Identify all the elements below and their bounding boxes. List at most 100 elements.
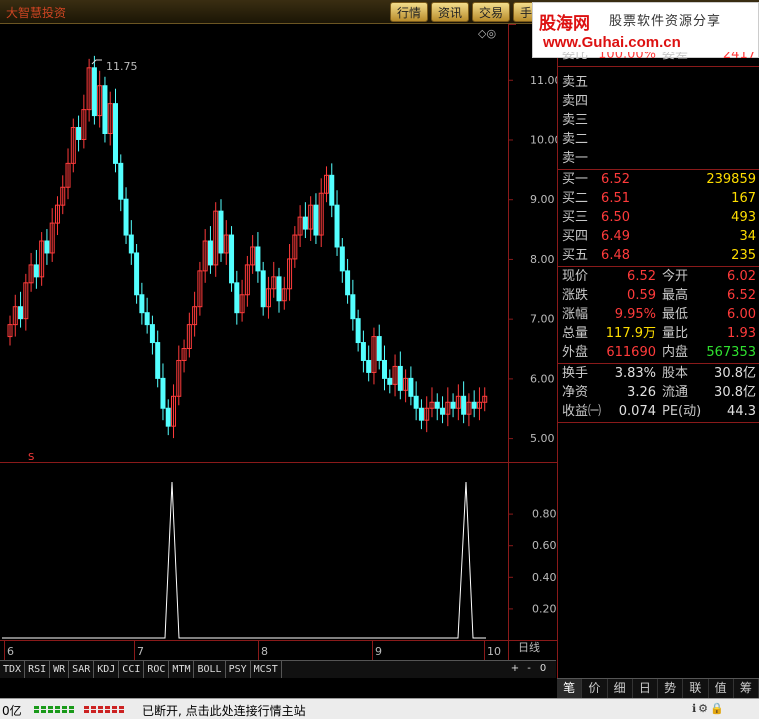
- price-tick-label: 8.00: [530, 253, 555, 266]
- tab-chips[interactable]: 筹: [734, 679, 759, 698]
- candlestick-series: [7, 55, 488, 439]
- watermark-slogan: 股票软件资源分享: [609, 14, 722, 29]
- tab-ticks[interactable]: 笔: [557, 679, 583, 698]
- ind-kdj[interactable]: KDJ: [94, 661, 120, 678]
- candle-body: [434, 401, 440, 409]
- buy-row: 买一 6.52 239859: [562, 172, 756, 187]
- panel-tabs: 笔 价 细 日 势 联 值 筹: [557, 678, 759, 698]
- indicator-tick-mark: [508, 513, 513, 515]
- month-divider: [134, 640, 135, 660]
- period-label: 日线: [518, 640, 540, 654]
- indicator-tabs: TDX RSI WR SAR KDJ CCI ROC MTM BOLL PSY …: [0, 660, 556, 678]
- ind-boll[interactable]: BOLL: [194, 661, 226, 678]
- connection-message[interactable]: 已断开, 点击此处连接行情主站: [142, 702, 306, 719]
- ind-mtm[interactable]: MTM: [169, 661, 195, 678]
- price-tick-label: 7.00: [530, 313, 555, 326]
- status-bar-cell: [119, 710, 124, 713]
- candle-body: [260, 270, 266, 308]
- buy-row: 买五 6.48 235: [562, 248, 756, 263]
- quote-row: 总量 117.9万 量比 1.93: [562, 326, 756, 341]
- month-axis: 6 7 8 9 10: [4, 640, 501, 660]
- candle-body: [471, 401, 477, 409]
- month-label: 7: [137, 645, 144, 658]
- candle-body: [334, 204, 340, 248]
- candle-body: [329, 174, 335, 206]
- ind-mcst[interactable]: MCST: [251, 661, 282, 678]
- watermark-banner: 股海网 股票软件资源分享 www.Guhai.com.cn: [532, 2, 759, 58]
- status-bar-cell: [91, 706, 96, 709]
- price-tick-label: 9.00: [530, 193, 555, 206]
- status-bar-cell: [105, 710, 110, 713]
- reset-button[interactable]: 0: [536, 660, 550, 678]
- status-bar-cell: [105, 706, 110, 709]
- price-tick-mark: [508, 139, 513, 141]
- month-label: 6: [7, 645, 14, 658]
- tab-news[interactable]: 资讯: [431, 2, 470, 22]
- candle-body: [345, 270, 351, 296]
- ind-cci[interactable]: CCI: [119, 661, 145, 678]
- indicator-tick-mark: [508, 608, 513, 610]
- candle-body: [149, 324, 155, 344]
- candle-body: [413, 395, 419, 409]
- month-divider: [258, 640, 259, 660]
- price-tick-mark: [508, 318, 513, 320]
- status-bar-cell: [98, 710, 103, 713]
- candle-body: [408, 377, 414, 397]
- candle-body: [339, 246, 345, 272]
- top-tabs: 行情 资讯 交易 手: [390, 2, 540, 22]
- price-tick-label: 10.00: [530, 133, 557, 146]
- ind-rsi[interactable]: RSI: [25, 661, 51, 678]
- status-bar-cell: [62, 706, 67, 709]
- status-bar-cell: [55, 706, 60, 709]
- price-tick-mark: [508, 79, 513, 81]
- buy-row: 买四 6.49 34: [562, 229, 756, 244]
- candle-body: [155, 342, 161, 379]
- candle-body: [44, 240, 50, 254]
- indicator-controls: + - 0: [508, 660, 556, 678]
- candle-body: [128, 234, 134, 254]
- candle-body: [91, 67, 97, 117]
- ind-roc[interactable]: ROC: [144, 661, 170, 678]
- status-bar-cell: [34, 706, 39, 709]
- panel-header-cut: 委比 100.00% 委差 2417: [562, 52, 756, 62]
- tab-value[interactable]: 值: [709, 679, 734, 698]
- month-divider: [4, 640, 5, 660]
- tab-related[interactable]: 联: [683, 679, 709, 698]
- app-title: 大智慧投资: [6, 6, 67, 20]
- ind-psy[interactable]: PSY: [226, 661, 251, 678]
- price-tick-label: 5.00: [530, 432, 555, 445]
- ind-tdx[interactable]: TDX: [0, 661, 26, 678]
- candle-body: [450, 401, 456, 409]
- high-pointer: [91, 59, 102, 65]
- candle-body: [134, 252, 140, 296]
- tab-quotes[interactable]: 行情: [390, 2, 429, 22]
- quote-row: 外盘 611690 内盘 567353: [562, 345, 756, 360]
- candle-body: [165, 407, 171, 427]
- tab-trend[interactable]: 势: [658, 679, 684, 698]
- kline-chart[interactable]: 11.0010.009.008.007.006.005.00 0.800.600…: [0, 24, 557, 660]
- tab-daily[interactable]: 日: [633, 679, 658, 698]
- top-icons: ◇◎: [478, 27, 496, 40]
- tab-price[interactable]: 价: [582, 679, 608, 698]
- candle-body: [118, 162, 124, 200]
- ind-sar[interactable]: SAR: [69, 661, 95, 678]
- status-bar-cell: [69, 706, 74, 709]
- tab-trade[interactable]: 交易: [472, 2, 511, 22]
- ind-wr[interactable]: WR: [50, 661, 70, 678]
- status-bar-cell: [48, 710, 53, 713]
- candle-body: [139, 294, 145, 314]
- status-bar-cell: [112, 710, 117, 713]
- zoom-in-button[interactable]: +: [508, 660, 522, 678]
- candle-body: [418, 407, 424, 421]
- status-bar-cell: [69, 710, 74, 713]
- tab-detail[interactable]: 细: [608, 679, 633, 698]
- price-tick-mark: [508, 258, 513, 260]
- candle-body: [382, 359, 388, 379]
- candle-body: [313, 204, 319, 236]
- candle-body: [376, 336, 382, 361]
- finance-row: 净资 3.26 流通 30.8亿: [562, 385, 756, 400]
- sell-row: 卖三: [562, 113, 589, 128]
- month-label: 8: [261, 645, 268, 658]
- price-tick-label: 11.00: [530, 74, 557, 87]
- zoom-out-button[interactable]: -: [522, 660, 536, 678]
